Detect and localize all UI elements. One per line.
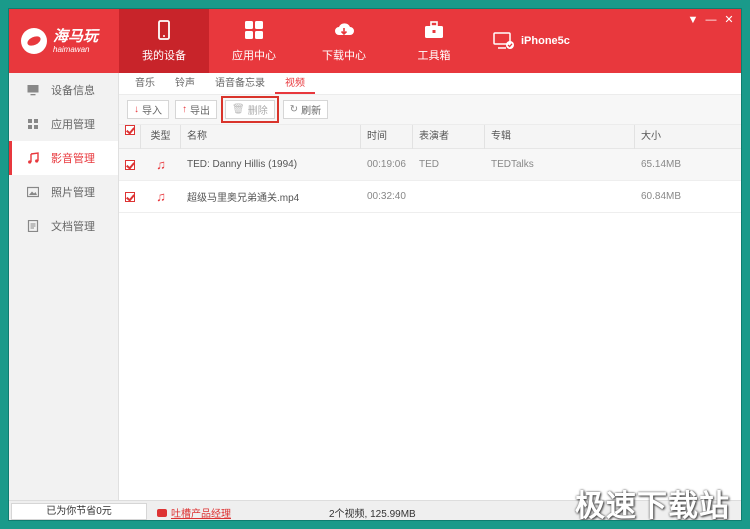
status-bar: 已为你节省0元 吐槽产品经理 2个视频, 125.99MB 极速下载站 bbox=[9, 490, 741, 520]
savings-indicator: 已为你节省0元 bbox=[11, 503, 147, 520]
column-album[interactable]: 专辑 bbox=[485, 124, 635, 149]
window-controls: ▼ — ✕ bbox=[683, 13, 737, 27]
sidebar-item-media-management[interactable]: 影音管理 bbox=[9, 141, 118, 175]
nav-toolbox[interactable]: 工具箱 bbox=[389, 9, 479, 73]
logo-mark-icon bbox=[21, 28, 47, 54]
cell-time: 00:32:40 bbox=[367, 191, 406, 202]
import-label: 导入 bbox=[142, 106, 162, 117]
grid-icon bbox=[28, 119, 38, 129]
nav-label: 工具箱 bbox=[417, 50, 451, 62]
select-all-checkbox[interactable] bbox=[125, 124, 135, 135]
column-time[interactable]: 时间 bbox=[361, 124, 413, 149]
delete-highlight-box: 🗑 删除 bbox=[221, 96, 279, 123]
minimize-icon[interactable]: — bbox=[703, 13, 719, 27]
sidebar-item-label: 设备信息 bbox=[51, 85, 95, 97]
picture-icon bbox=[27, 186, 39, 198]
nav-label: 应用中心 bbox=[232, 50, 276, 62]
toolbar: ↓ 导入 ↑ 导出 🗑 删除 ↻ 刷新 bbox=[119, 95, 741, 125]
table-row[interactable]: ♫ 超级马里奥兄弟通关.mp4 00:32:40 60.84MB bbox=[119, 181, 741, 213]
logo-name-cn: 海马玩 bbox=[53, 27, 99, 45]
row-checkbox[interactable] bbox=[125, 159, 135, 170]
video-summary: 2个视频, 125.99MB bbox=[329, 509, 416, 520]
header-bar: 海马玩 haimawan 我的设备 应用中心 下载中心 工具箱 iPhone5c… bbox=[9, 9, 741, 73]
sidebar-item-document-management[interactable]: 文档管理 bbox=[9, 209, 118, 243]
tab-videos[interactable]: 视频 bbox=[275, 73, 315, 94]
column-artist[interactable]: 表演者 bbox=[413, 124, 485, 149]
close-icon[interactable]: ✕ bbox=[721, 13, 737, 27]
app-logo: 海马玩 haimawan bbox=[21, 21, 121, 61]
device-name: iPhone5c bbox=[521, 35, 570, 47]
nav-label: 我的设备 bbox=[142, 50, 186, 62]
document-icon bbox=[27, 220, 39, 232]
sidebar-item-label: 照片管理 bbox=[51, 187, 95, 199]
arrow-up-icon: ↑ bbox=[182, 104, 187, 115]
sidebar-item-app-management[interactable]: 应用管理 bbox=[9, 107, 118, 141]
connected-device-icon bbox=[493, 32, 514, 49]
column-size[interactable]: 大小 bbox=[635, 125, 735, 149]
music-note-icon: ♫ bbox=[156, 189, 166, 204]
connected-device[interactable]: iPhone5c bbox=[493, 31, 570, 51]
logo-name-en: haimawan bbox=[53, 44, 90, 54]
table-row[interactable]: ♫ TED: Danny Hillis (1994) 00:19:06 TED … bbox=[119, 149, 741, 181]
refresh-icon: ↻ bbox=[289, 104, 299, 115]
table-header: 类型 名称 时间 表演者 专辑 大小 bbox=[119, 124, 741, 149]
menu-dropdown-icon[interactable]: ▼ bbox=[685, 13, 701, 27]
nav-download-center[interactable]: 下载中心 bbox=[299, 9, 389, 73]
music-note-icon bbox=[28, 152, 39, 164]
refresh-label: 刷新 bbox=[301, 106, 322, 117]
select-all-checkbox-cell[interactable] bbox=[119, 124, 141, 149]
cell-name: 超级马里奥兄弟通关.mp4 bbox=[187, 193, 300, 204]
tab-voice-memos[interactable]: 语音备忘录 bbox=[205, 73, 275, 94]
toolbox-icon bbox=[425, 21, 443, 38]
tab-music[interactable]: 音乐 bbox=[125, 73, 165, 94]
phone-icon bbox=[158, 20, 170, 40]
sidebar-item-photo-management[interactable]: 照片管理 bbox=[9, 175, 118, 209]
delete-button[interactable]: 🗑 删除 bbox=[225, 100, 275, 119]
sidebar-item-label: 影音管理 bbox=[51, 153, 95, 165]
refresh-button[interactable]: ↻ 刷新 bbox=[282, 100, 329, 119]
column-type[interactable]: 类型 bbox=[141, 124, 181, 149]
nav-app-center[interactable]: 应用中心 bbox=[209, 9, 299, 73]
main-nav: 我的设备 应用中心 下载中心 工具箱 bbox=[119, 9, 479, 73]
main-content: 音乐 铃声 语音备忘录 视频 ↓ 导入 ↑ 导出 🗑 删除 ↻ 刷新 类型 名称… bbox=[119, 73, 741, 500]
sidebar-item-device-info[interactable]: 设备信息 bbox=[9, 73, 118, 107]
sidebar-item-label: 文档管理 bbox=[51, 221, 95, 233]
cell-name: TED: Danny Hillis (1994) bbox=[187, 159, 298, 170]
arrow-down-icon: ↓ bbox=[134, 104, 139, 115]
apps-grid-icon bbox=[245, 21, 263, 39]
feedback-label: 吐槽产品经理 bbox=[171, 509, 231, 520]
media-subtabs: 音乐 铃声 语音备忘录 视频 bbox=[119, 73, 741, 95]
export-label: 导出 bbox=[190, 106, 210, 117]
cell-album: TEDTalks bbox=[491, 159, 534, 170]
cloud-download-icon bbox=[335, 23, 354, 36]
monitor-icon bbox=[27, 85, 39, 96]
cell-size: 60.84MB bbox=[641, 191, 682, 202]
speech-bubble-icon bbox=[157, 508, 167, 517]
column-name[interactable]: 名称 bbox=[181, 124, 361, 149]
export-button[interactable]: ↑ 导出 bbox=[175, 100, 217, 119]
sidebar-item-label: 应用管理 bbox=[51, 119, 95, 131]
feedback-link[interactable]: 吐槽产品经理 bbox=[157, 505, 231, 520]
app-window: 海马玩 haimawan 我的设备 应用中心 下载中心 工具箱 iPhone5c… bbox=[8, 8, 742, 521]
tab-ringtones[interactable]: 铃声 bbox=[165, 73, 205, 94]
cell-time: 00:19:06 bbox=[367, 159, 406, 170]
trash-icon: 🗑 bbox=[232, 104, 245, 115]
cell-artist: TED bbox=[419, 159, 439, 170]
nav-my-devices[interactable]: 我的设备 bbox=[119, 9, 209, 73]
import-button[interactable]: ↓ 导入 bbox=[127, 100, 169, 119]
sidebar: 设备信息 应用管理 影音管理 照片管理 文档管理 bbox=[9, 73, 119, 500]
row-checkbox[interactable] bbox=[125, 191, 135, 202]
watermark: 极速下载站 bbox=[575, 490, 730, 521]
delete-label: 删除 bbox=[247, 106, 268, 117]
nav-label: 下载中心 bbox=[322, 50, 366, 62]
cell-size: 65.14MB bbox=[641, 159, 682, 170]
music-note-icon: ♫ bbox=[156, 157, 166, 172]
